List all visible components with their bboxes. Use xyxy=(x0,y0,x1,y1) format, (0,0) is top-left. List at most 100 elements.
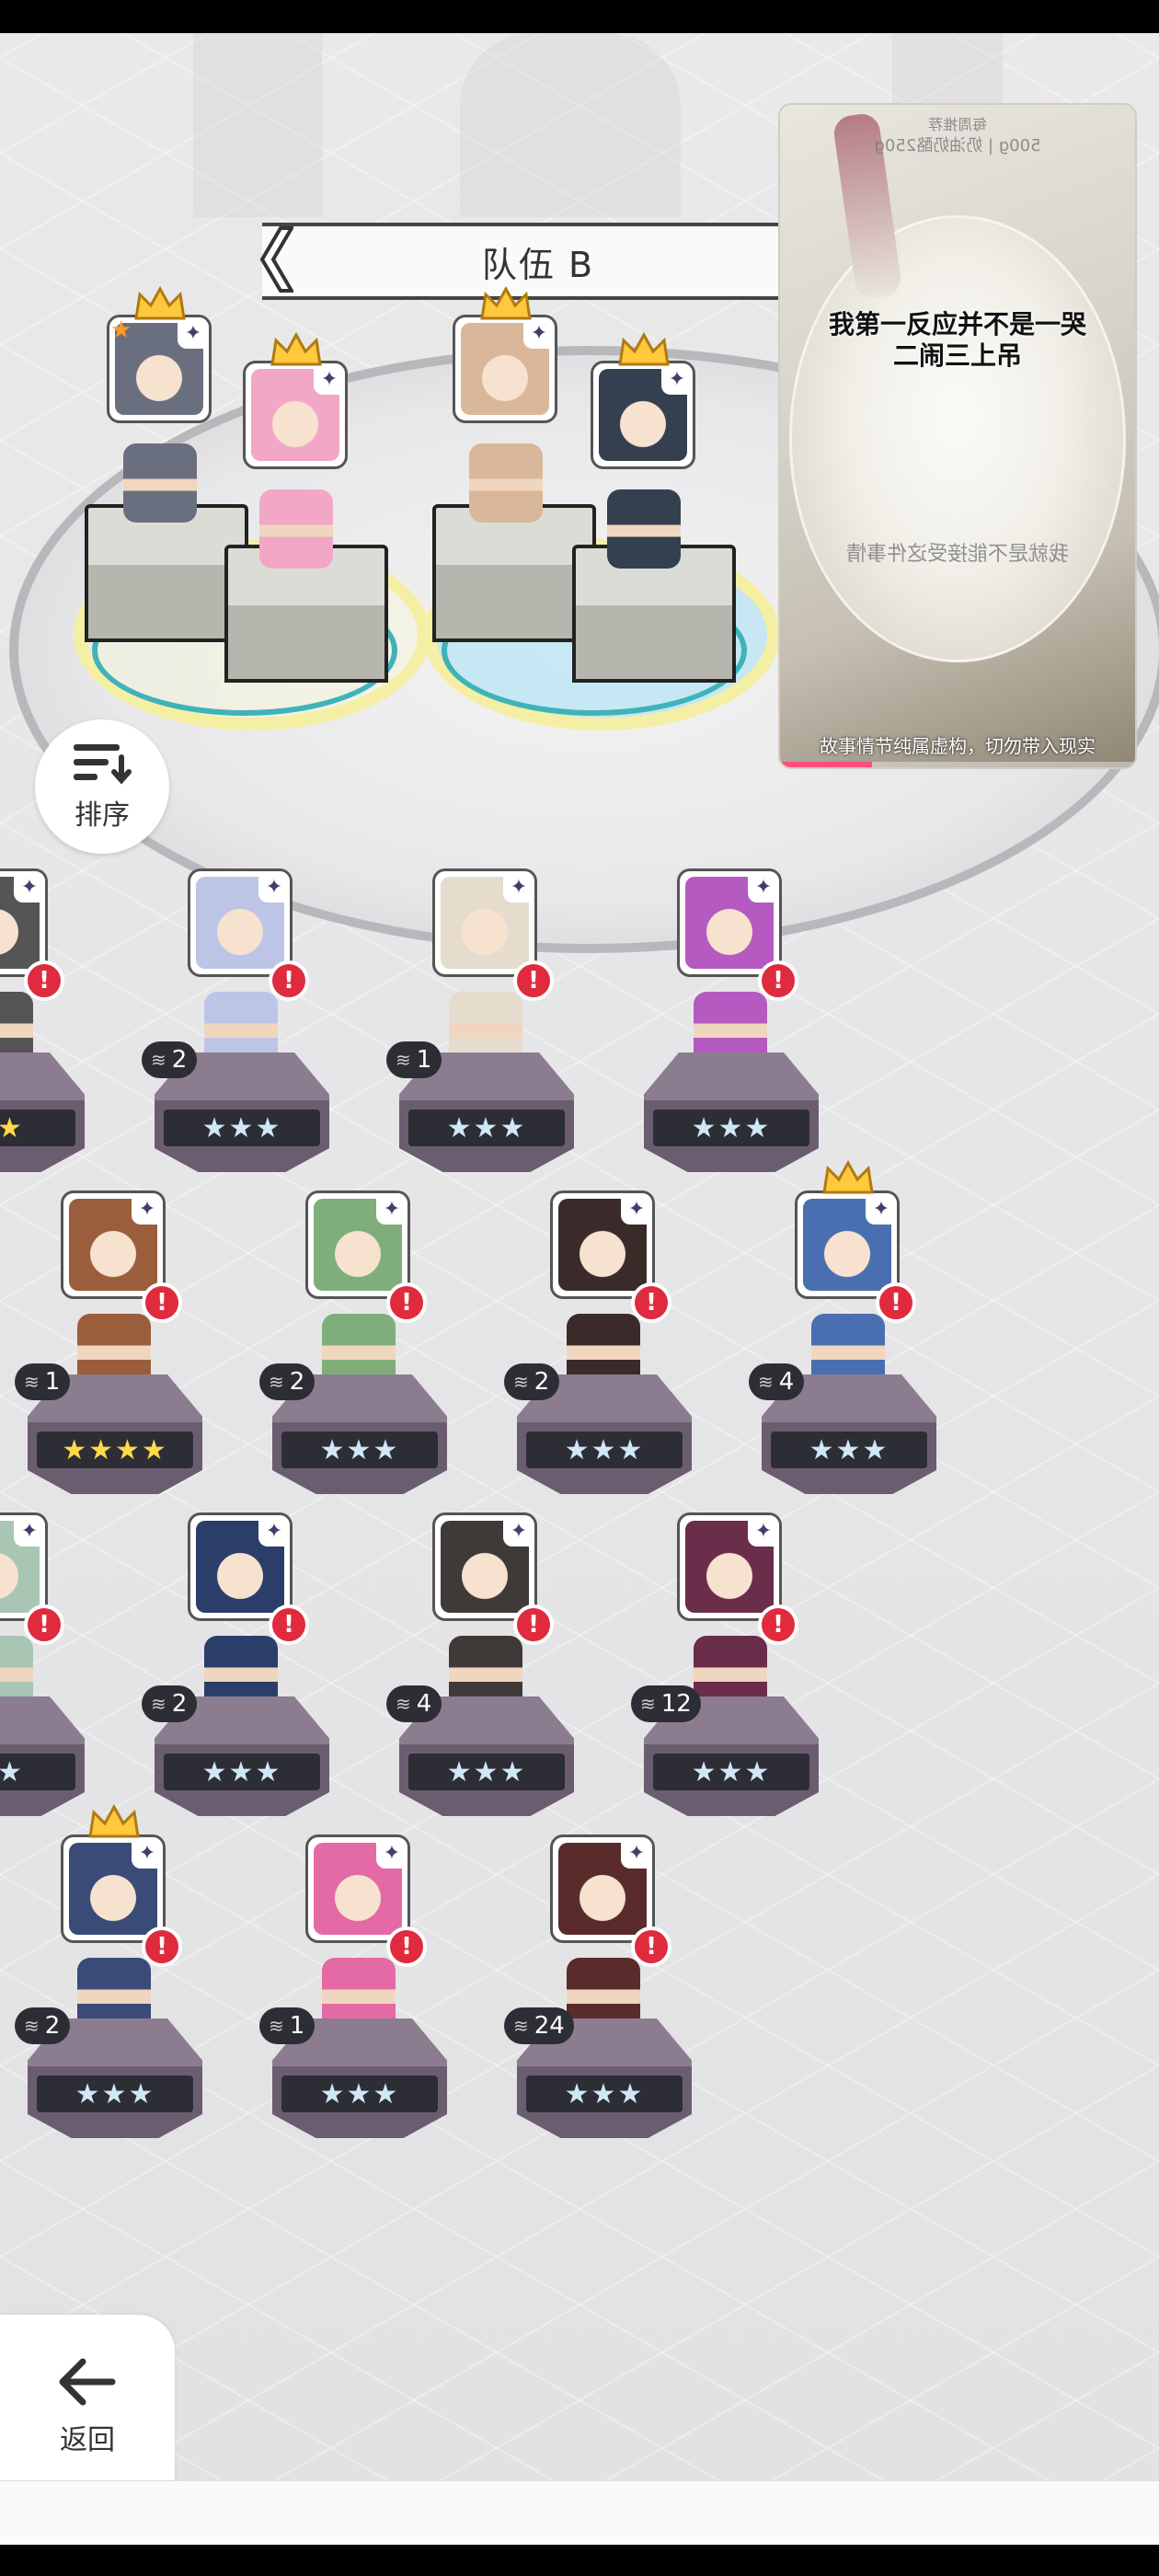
crown-icon xyxy=(269,331,324,368)
alert-icon: ! xyxy=(631,1282,671,1323)
copies-count-text: 2 xyxy=(171,1690,188,1718)
copies-count-text: 2 xyxy=(171,1046,188,1074)
copies-count-text: 1 xyxy=(289,2012,305,2040)
hero-pedestal[interactable]: ★★★ ≋ 2 xyxy=(15,2007,202,2147)
video-mid-text: 我就是不能接受这件事情 xyxy=(846,543,1070,566)
game-screen: 队伍 B ✦★✦✦✦ 排序 ✦!★★✦!★★★≋2✦!★★★≋1✦!★★★✦!★… xyxy=(0,33,1159,2545)
team-portrait-2[interactable]: ✦ xyxy=(243,361,348,469)
copies-count-badge: ≋ 1 xyxy=(386,1041,442,1078)
hero-pedestal[interactable]: ★★ xyxy=(0,1052,85,1181)
hero-portrait[interactable]: ✦ xyxy=(795,1190,900,1299)
class-badge-icon: ✦ xyxy=(523,317,555,349)
alert-icon: ! xyxy=(386,1926,427,1967)
copies-count-text: 2 xyxy=(289,1368,305,1396)
hero-portrait[interactable]: ✦ xyxy=(432,1512,537,1621)
hero-pedestal[interactable]: ★★★ ≋ 2 xyxy=(142,1041,329,1181)
team-sprite-2 xyxy=(259,489,333,569)
hero-pedestal[interactable]: ★★★ ≋ 24 xyxy=(504,2007,692,2147)
hero-portrait[interactable]: ✦ xyxy=(677,868,782,977)
alert-icon: ! xyxy=(758,960,798,1001)
copies-count-text: 2 xyxy=(534,1368,550,1396)
hero-portrait[interactable]: ✦ xyxy=(305,1834,410,1943)
alert-icon: ! xyxy=(513,1604,554,1645)
copies-count-badge: ≋ 2 xyxy=(142,1685,197,1722)
star-rating: ★★★ xyxy=(281,1432,438,1468)
alert-icon: ! xyxy=(142,1926,182,1967)
team-title: 队伍 B xyxy=(481,244,595,285)
star-rating: ★★★ xyxy=(164,1754,320,1790)
hero-pedestal[interactable]: ★★★★ ≋ 1 xyxy=(15,1363,202,1503)
card-stack-icon: ≋ xyxy=(640,1693,656,1715)
alert-icon: ! xyxy=(24,960,64,1001)
team-sprite-3 xyxy=(469,443,543,523)
class-badge-icon: ✦ xyxy=(132,1193,163,1225)
hero-portrait[interactable]: ✦ xyxy=(677,1512,782,1621)
bg-pillar-left xyxy=(193,33,322,217)
team-portrait-4[interactable]: ✦ xyxy=(591,361,695,469)
team-portrait-3[interactable]: ✦ xyxy=(453,315,557,423)
class-badge-icon: ✦ xyxy=(178,317,209,349)
crown-icon xyxy=(132,285,188,322)
video-progress-bar xyxy=(780,762,1135,767)
alert-icon: ! xyxy=(269,1604,309,1645)
copies-count-badge: ≋ 24 xyxy=(504,2007,574,2044)
hero-portrait[interactable]: ✦ xyxy=(550,1834,655,1943)
class-badge-icon: ✦ xyxy=(748,871,779,903)
star-rating: ★★★ xyxy=(408,1754,565,1790)
floating-video-player[interactable]: 每周推荐 500g | 奶油奶酪250g 我第一反应并不是一哭 二闹三上吊 我就… xyxy=(778,103,1137,769)
alert-icon: ! xyxy=(631,1926,671,1967)
chevron-left-icon[interactable] xyxy=(253,224,293,294)
hero-portrait[interactable]: ✦ xyxy=(61,1834,166,1943)
class-badge-icon: ✦ xyxy=(748,1515,779,1547)
hero-pedestal[interactable]: ★★★ ≋ 2 xyxy=(504,1363,692,1503)
hero-portrait[interactable]: ✦ xyxy=(550,1190,655,1299)
hero-pedestal[interactable]: ★★★ ≋ 4 xyxy=(386,1685,574,1825)
card-stack-icon: ≋ xyxy=(24,2015,40,2037)
hero-pedestal[interactable]: ★★★ ≋ 1 xyxy=(259,2007,447,2147)
star-rating: ★★★ xyxy=(771,1432,927,1468)
card-stack-icon: ≋ xyxy=(269,2015,284,2037)
star-rating: ★★★ xyxy=(37,2076,193,2112)
copies-count-badge: ≋ 2 xyxy=(142,1041,197,1078)
class-badge-icon: ✦ xyxy=(14,871,45,903)
favorite-star-icon: ★ xyxy=(110,316,132,344)
hero-pedestal[interactable]: ★★★ ≋ 2 xyxy=(259,1363,447,1503)
hero-portrait[interactable]: ✦ xyxy=(305,1190,410,1299)
team-banner: 队伍 B xyxy=(259,223,814,300)
star-rating: ★★★ xyxy=(653,1110,809,1146)
hero-portrait[interactable]: ✦ xyxy=(188,1512,293,1621)
back-button[interactable]: 返回 xyxy=(0,2315,175,2499)
copies-count-text: 24 xyxy=(534,2012,565,2040)
copies-count-text: 4 xyxy=(416,1690,432,1718)
hero-portrait[interactable]: ✦ xyxy=(188,868,293,977)
star-rating: ★★★ xyxy=(526,1432,683,1468)
copies-count-badge: ≋ 2 xyxy=(504,1363,559,1400)
hero-pedestal[interactable]: ★★★ xyxy=(644,1052,819,1181)
hero-portrait[interactable]: ✦ xyxy=(61,1190,166,1299)
crown-icon xyxy=(820,1159,876,1196)
bg-pillar-center xyxy=(460,33,681,217)
alert-icon: ! xyxy=(269,960,309,1001)
sort-icon xyxy=(74,744,132,785)
card-stack-icon: ≋ xyxy=(396,1693,411,1715)
hero-pedestal[interactable]: ★★★ ≋ 1 xyxy=(386,1041,574,1181)
class-badge-icon: ✦ xyxy=(661,363,693,395)
class-badge-icon: ✦ xyxy=(866,1193,897,1225)
hero-pedestal[interactable]: ★★★ ≋ 12 xyxy=(631,1685,819,1825)
sort-button[interactable]: 排序 xyxy=(35,719,169,854)
hero-pedestal[interactable]: ★★★ ≋ 4 xyxy=(749,1363,936,1503)
hero-portrait[interactable]: ✦ xyxy=(432,868,537,977)
class-badge-icon: ✦ xyxy=(503,871,534,903)
crown-icon xyxy=(86,1803,142,1840)
hero-pedestal[interactable]: ★★ xyxy=(0,1696,85,1825)
crown-icon xyxy=(616,331,671,368)
arrow-left-icon xyxy=(59,2358,116,2406)
card-stack-icon: ≋ xyxy=(758,1371,774,1393)
hero-pedestal[interactable]: ★★★ ≋ 2 xyxy=(142,1685,329,1825)
video-bowl-image xyxy=(789,215,1126,662)
copies-count-badge: ≋ 4 xyxy=(749,1363,804,1400)
alert-icon: ! xyxy=(24,1604,64,1645)
copies-count-text: 1 xyxy=(416,1046,432,1074)
copies-count-text: 12 xyxy=(660,1690,692,1718)
alert-icon: ! xyxy=(142,1282,182,1323)
